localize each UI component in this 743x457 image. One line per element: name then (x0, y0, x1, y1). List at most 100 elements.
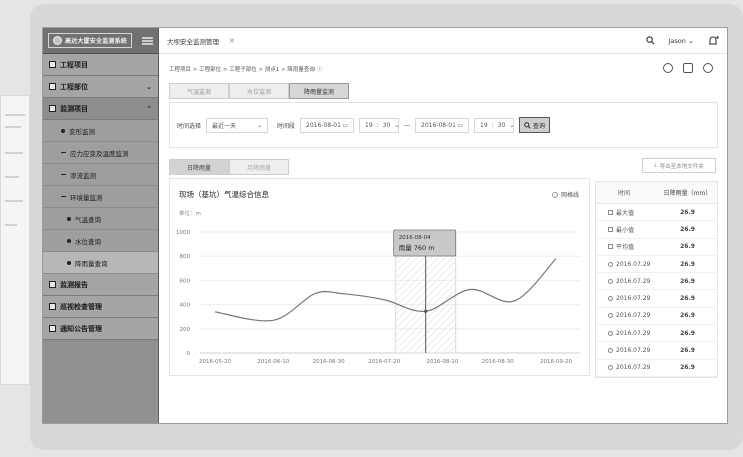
tab-temperature[interactable]: 气温监测 (169, 83, 229, 99)
tab-dam-monitoring[interactable]: 大坝安全监测管理 ✕ (167, 36, 235, 46)
chevron-up-icon: ⌃ (146, 104, 152, 113)
filter-panel: 时间选择 最近一天 ⌄ 时间段 2016-08-01 ▭ 19: 30 ⌄ — … (169, 102, 718, 148)
chevron-down-icon: ⌄ (509, 121, 515, 129)
briefcase-icon[interactable] (683, 63, 693, 73)
sidebar-item[interactable]: 监测报告 (43, 274, 158, 296)
row-time-cell: 2016.07.29 (596, 261, 658, 268)
checkbox-icon (608, 209, 613, 215)
y-tick-label: 200 (180, 327, 191, 333)
row-value: 26.9 (680, 243, 695, 251)
table-row: 2016.07.29 26.9 (596, 308, 717, 326)
sidebar-subitem[interactable]: 变形监测 (43, 120, 158, 142)
table-row: 2016.07.29 26.9 (596, 290, 717, 308)
row-time: 2016.07.29 (616, 329, 651, 337)
user-circle-icon[interactable] (663, 63, 673, 73)
end-date-input[interactable]: 2016-08-01 ▭ (415, 117, 470, 133)
row-time: 2016.07.29 (616, 295, 651, 303)
bullet-icon (67, 260, 71, 265)
tab-monthly-rainfall[interactable]: 月降雨量 (229, 159, 289, 175)
end-time-input[interactable]: 19: 30 ⌄ (474, 117, 515, 133)
clock-icon (608, 313, 613, 319)
background-line (5, 224, 17, 226)
row-value: 26.9 (680, 347, 695, 355)
table-row: 2016.07.29 26.9 (596, 325, 717, 343)
search-button[interactable]: 查询 (519, 117, 551, 133)
sidebar-item[interactable]: 工程项目 (43, 54, 158, 76)
start-hour: 19 (365, 121, 373, 129)
search-icon (524, 121, 531, 129)
row-time: 2016.07.29 (616, 312, 651, 320)
row-time: 2016.07.29 (616, 277, 651, 285)
export-button[interactable]: ⤓ 导出至本地文件夹 (642, 158, 716, 173)
logo-text: 高达大厦安全监测系统 (65, 38, 128, 45)
table-body: 最大值 26.9 最小值 26.9 平均值 26.9 2016.07.29 26.9 2016.… (596, 204, 717, 377)
row-value: 26.9 (680, 364, 695, 372)
row-time: 最小值 (616, 226, 635, 234)
tab-rainfall[interactable]: 降雨量监测 (289, 83, 349, 99)
tooltip-value: 雨量 760 m (399, 244, 435, 252)
bell-icon[interactable] (708, 35, 719, 46)
row-time: 平均值 (616, 244, 635, 252)
y-tick-label: 0 (187, 351, 191, 357)
header-daily-rainfall: 日降雨量（mm） (663, 190, 712, 197)
data-point (424, 309, 428, 313)
row-time: 2016.07.29 (616, 260, 651, 268)
tooltip-date: 2016-08-04 (399, 235, 431, 241)
rainfall-line-chart[interactable]: 0 200 400 600 800 1000 2016-05-20 2016-06-10 201… (170, 179, 591, 377)
sidebar-item[interactable]: 巡视检查管理 (43, 296, 158, 318)
sidebar-nav: 工程项目 工程部位 ⌄ 监测项目 ⌃ 变形监测 应力应变及温度监测 渗流监测 环境量监测气温查询… (43, 54, 158, 340)
background-window (0, 95, 30, 385)
sidebar-subitem[interactable]: 渗流监测 (43, 164, 158, 186)
sidebar-item-label: 工程部位 (60, 82, 88, 91)
sidebar-item-label: 监测报告 (60, 280, 88, 289)
sidebar-item[interactable]: 工程部位 ⌄ (43, 76, 158, 98)
user-menu[interactable]: Jason ⌄ (669, 37, 695, 45)
menu-item-icon (49, 83, 56, 90)
y-tick-label: 600 (180, 278, 191, 284)
x-tick-label: 2016-06-10 (257, 359, 289, 365)
background-line (5, 176, 19, 178)
sidebar-subitem[interactable]: 环境量监测 (43, 186, 158, 208)
chart-panel: 现场（基坑）气温综合信息 网格线 单位：m 0 200 400 600 800 1000 2… (169, 178, 590, 376)
sidebar-subitem[interactable]: 降雨量查询 (43, 252, 158, 274)
checkbox-icon (608, 226, 613, 232)
sidebar-item-label: 气温查询 (75, 215, 101, 224)
calendar-icon: ▭ (457, 121, 464, 129)
sidebar-subitem[interactable]: 应力应变及温度监测 (43, 142, 158, 164)
start-time-input[interactable]: 19: 30 ⌄ (359, 117, 399, 133)
bullet-icon (61, 152, 66, 153)
top-right-controls: Jason ⌄ (645, 35, 720, 46)
row-value: 26.9 (680, 329, 695, 337)
sidebar-item-label: 监测项目 (60, 104, 88, 113)
row-value: 26.9 (680, 225, 695, 233)
bullet-icon (67, 216, 71, 221)
sidebar-subitem[interactable]: 气温查询 (43, 208, 158, 230)
tab-daily-rainfall[interactable]: 日降雨量 (169, 159, 229, 175)
tab-water-level[interactable]: 水位监测 (229, 83, 289, 99)
sidebar-item[interactable]: 通知公告管理 (43, 318, 158, 340)
row-time-cell: 2016.07.29 (596, 364, 658, 371)
user-name: Jason (668, 36, 686, 45)
start-date-input[interactable]: 2016-08-01 ▭ (300, 117, 355, 133)
search-icon[interactable] (645, 36, 655, 45)
sidebar-item-label: 通知公告管理 (60, 324, 102, 333)
x-tick-label: 2016-09-20 (540, 359, 572, 365)
breadcrumb: 工程项目 > 工程部位 > 工程子部位 > 测点1 > 降雨量查询 ⓘ (169, 65, 322, 73)
menu-toggle-icon[interactable] (142, 36, 153, 45)
breadcrumb-path[interactable]: 工程项目 > 工程部位 > 工程子部位 > 测点1 > 降雨量查询 (169, 67, 315, 73)
sidebar-subitem[interactable]: 水位查询 (43, 230, 158, 252)
row-time: 2016.07.29 (616, 347, 651, 355)
gear-icon[interactable] (703, 63, 713, 73)
download-icon: ⤓ (654, 162, 657, 168)
sidebar-item[interactable]: 监测项目 ⌃ (43, 98, 158, 120)
clock-icon (608, 365, 613, 371)
table-row: 最大值 26.9 (596, 204, 717, 222)
clock-icon (608, 330, 613, 336)
y-tick-label: 1000 (176, 230, 190, 236)
background-line (5, 114, 25, 116)
time-select-dropdown[interactable]: 最近一天 ⌄ (206, 117, 269, 133)
close-icon[interactable]: ✕ (229, 37, 235, 45)
background-line (5, 200, 23, 202)
table-row: 2016.07.29 26.9 (596, 256, 717, 274)
row-time-cell: 最小值 (596, 225, 658, 234)
